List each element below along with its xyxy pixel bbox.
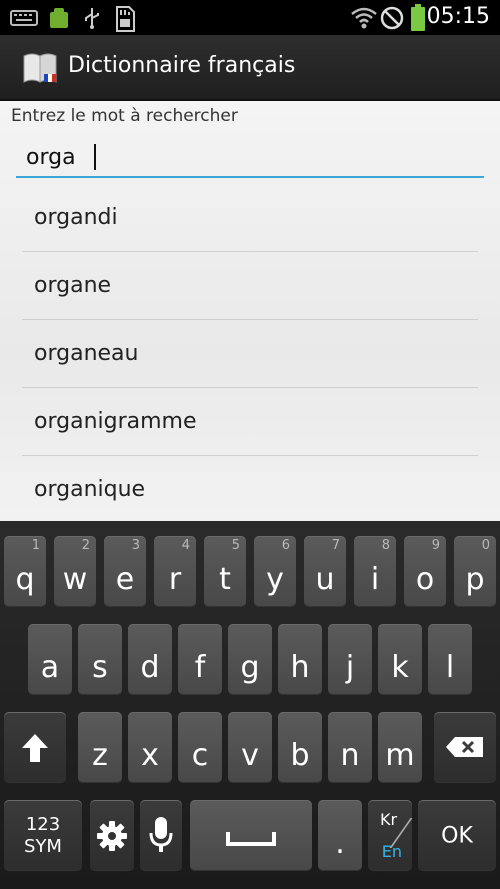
space-key[interactable] xyxy=(190,800,312,871)
suggestion-item[interactable]: organigramme xyxy=(22,388,478,456)
space-bar-icon xyxy=(226,832,276,846)
keyboard-icon xyxy=(10,10,38,26)
key-h[interactable]: h xyxy=(278,624,322,695)
search-prompt-label: Entrez le mot à rechercher xyxy=(11,106,238,126)
usb-icon xyxy=(85,8,99,29)
shift-arrow-icon xyxy=(22,733,48,762)
key-g[interactable]: g xyxy=(228,624,272,695)
suggestion-item[interactable]: organeau xyxy=(22,320,478,388)
key-j[interactable]: j xyxy=(328,624,372,695)
action-bar: Dictionnaire français xyxy=(0,35,500,101)
android-icon xyxy=(50,8,68,28)
key-w[interactable]: 2w xyxy=(54,536,96,607)
key-f[interactable]: f xyxy=(178,624,222,695)
key-z[interactable]: z xyxy=(78,712,122,783)
search-input[interactable] xyxy=(26,140,466,174)
key-t[interactable]: 5t xyxy=(204,536,246,607)
key-p[interactable]: 0p xyxy=(454,536,496,607)
dictionary-book-icon[interactable] xyxy=(20,50,60,86)
microphone-icon xyxy=(149,817,173,852)
battery-icon xyxy=(411,4,425,31)
key-x[interactable]: x xyxy=(128,712,172,783)
key-u[interactable]: 7u xyxy=(304,536,346,607)
suggestion-list: organdi organe organeau organigramme org… xyxy=(22,184,478,524)
soft-keyboard: 1q 2w 3e 4r 5t 6y 7u 8i 9o 0p a s d f g … xyxy=(0,521,500,889)
symbols-key[interactable]: 123 SYM xyxy=(4,800,82,871)
sd-card-icon xyxy=(116,6,135,32)
key-a[interactable]: a xyxy=(28,624,72,695)
key-y[interactable]: 6y xyxy=(254,536,296,607)
search-screen: Entrez le mot à rechercher organdi organ… xyxy=(0,101,500,521)
key-k[interactable]: k xyxy=(378,624,422,695)
key-m[interactable]: m xyxy=(378,712,422,783)
suggestion-item[interactable]: organdi xyxy=(22,184,478,252)
key-n[interactable]: n xyxy=(328,712,372,783)
wifi-icon xyxy=(351,7,377,29)
ok-key[interactable]: OK xyxy=(418,800,496,871)
key-q[interactable]: 1q xyxy=(4,536,46,607)
key-i[interactable]: 8i xyxy=(354,536,396,607)
key-o[interactable]: 9o xyxy=(404,536,446,607)
no-signal-icon xyxy=(380,6,404,30)
gear-icon xyxy=(97,821,127,851)
key-c[interactable]: c xyxy=(178,712,222,783)
text-caret xyxy=(94,144,96,170)
settings-key[interactable] xyxy=(90,800,134,871)
backspace-icon xyxy=(446,737,483,757)
key-d[interactable]: d xyxy=(128,624,172,695)
backspace-key[interactable] xyxy=(434,712,496,783)
search-field-container[interactable] xyxy=(16,136,484,178)
period-key[interactable]: . xyxy=(318,800,362,871)
clock: 05:15 xyxy=(426,4,490,29)
key-b[interactable]: b xyxy=(278,712,322,783)
key-l[interactable]: l xyxy=(428,624,472,695)
key-v[interactable]: v xyxy=(228,712,272,783)
key-s[interactable]: s xyxy=(78,624,122,695)
suggestion-item[interactable]: organique xyxy=(22,456,478,524)
language-switch-key[interactable]: Kr En xyxy=(368,800,413,871)
key-e[interactable]: 3e xyxy=(104,536,146,607)
voice-input-key[interactable] xyxy=(140,800,182,871)
shift-key[interactable] xyxy=(4,712,66,783)
key-r[interactable]: 4r xyxy=(154,536,196,607)
suggestion-item[interactable]: organe xyxy=(22,252,478,320)
app-title: Dictionnaire français xyxy=(68,53,296,78)
status-bar: 05:15 xyxy=(0,0,500,35)
